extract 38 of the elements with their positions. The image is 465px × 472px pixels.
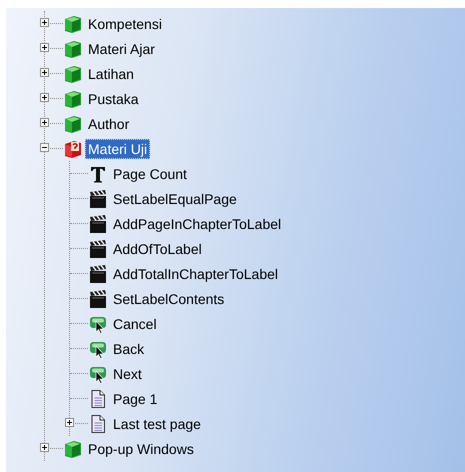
tree-item[interactable]: Latihan: [85, 64, 137, 84]
clapperboard-icon: [88, 264, 108, 284]
expand-icon[interactable]: [40, 118, 49, 127]
book-icon: [63, 88, 83, 108]
tree-item[interactable]: Pop-up Windows: [85, 438, 197, 458]
clapperboard-icon: [88, 288, 108, 308]
tree-item[interactable]: Next: [110, 364, 145, 384]
book-icon: [63, 14, 83, 34]
tree-item[interactable]: Author: [85, 114, 132, 134]
expand-icon[interactable]: [40, 93, 49, 102]
question-book-icon: [63, 138, 83, 158]
expand-icon[interactable]: [40, 43, 49, 52]
expand-icon[interactable]: [40, 68, 49, 77]
clapperboard-icon: [88, 188, 108, 208]
collapse-icon[interactable]: [40, 143, 49, 152]
tree-item[interactable]: AddPageInChapterToLabel: [110, 214, 284, 234]
clapperboard-icon: [88, 214, 108, 234]
expand-icon[interactable]: [40, 18, 49, 27]
tree-item[interactable]: Back: [110, 338, 148, 358]
book-icon: [63, 64, 83, 84]
tree-item[interactable]: SetLabelContents: [110, 288, 228, 308]
expand-icon[interactable]: [65, 418, 74, 427]
book-icon: [63, 114, 83, 134]
tree-item[interactable]: AddOfToLabel: [110, 238, 205, 258]
tree-item[interactable]: Materi Uji: [85, 138, 150, 158]
book-icon: [63, 438, 83, 458]
book-icon: [63, 38, 83, 58]
tree-item[interactable]: Pustaka: [85, 88, 142, 108]
tree-item[interactable]: Page Count: [110, 164, 190, 184]
tree-item[interactable]: SetLabelEqualPage: [110, 188, 240, 208]
tree-item[interactable]: Kompetensi: [85, 14, 165, 34]
tree-item[interactable]: Materi Ajar: [85, 38, 158, 58]
clapperboard-icon: [88, 238, 108, 258]
tree-item[interactable]: Page 1: [110, 388, 160, 408]
tree-item[interactable]: Last test page: [110, 414, 204, 434]
expand-icon[interactable]: [40, 443, 49, 452]
tree-item[interactable]: AddTotalInChapterToLabel: [110, 264, 282, 284]
tree-item[interactable]: Cancel: [110, 314, 160, 334]
